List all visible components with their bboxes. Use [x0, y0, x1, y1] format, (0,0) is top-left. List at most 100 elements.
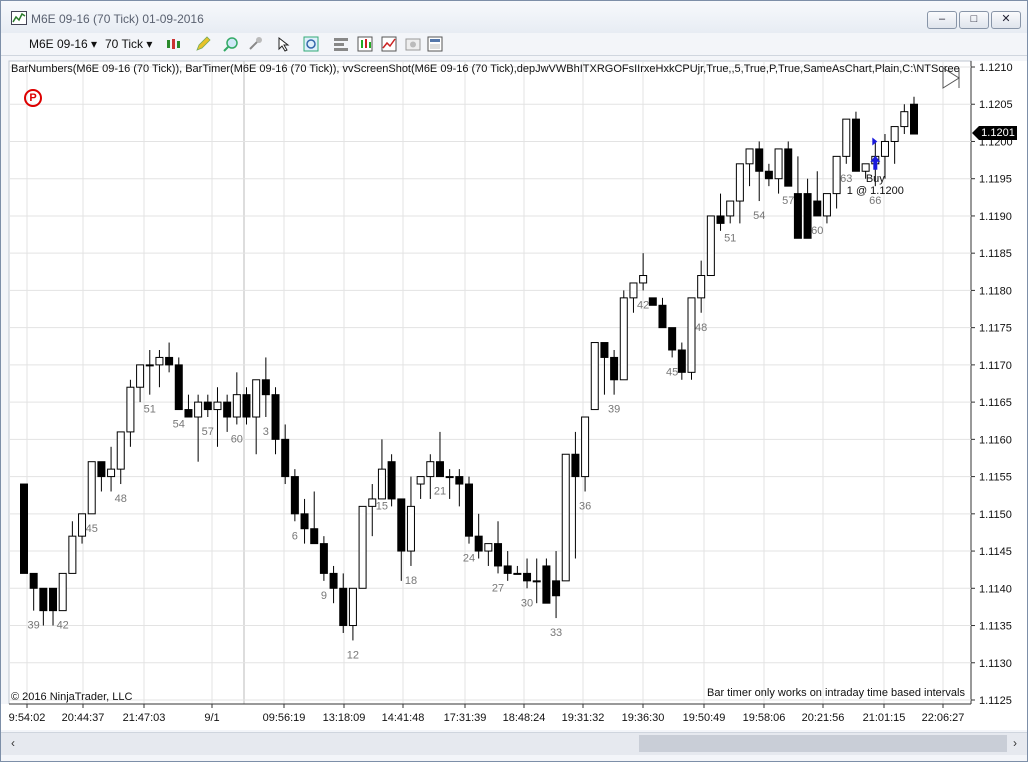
candle-down	[552, 580, 561, 597]
candle-up	[842, 118, 851, 157]
candle-up	[406, 505, 415, 552]
bar-number-label: 51	[724, 232, 736, 244]
bar-number-label: 45	[86, 523, 98, 535]
scroll-right-icon[interactable]: ›	[1013, 736, 1017, 750]
bar-number-label: 39	[608, 404, 620, 416]
close-button[interactable]: ✕	[991, 11, 1021, 29]
screenshot-badge-icon[interactable]: P	[24, 89, 42, 107]
properties-icon[interactable]	[333, 36, 349, 52]
y-tick-label: 1.1210	[979, 62, 1013, 74]
instrument-selector[interactable]: M6E 09-16 ▾	[29, 36, 97, 52]
candle-down	[20, 483, 28, 574]
x-tick-label: 21:01:15	[863, 712, 906, 724]
candle-down	[716, 215, 725, 224]
candle-up	[145, 364, 154, 367]
horizontal-scrollbar[interactable]: ‹ ›	[1, 732, 1027, 755]
candle-up	[116, 431, 125, 470]
candle-down	[600, 342, 609, 358]
candle-up	[832, 155, 841, 195]
candle-up	[155, 356, 164, 366]
candle-down	[261, 379, 270, 396]
candle-up	[590, 342, 599, 411]
bar-number-label: 3	[263, 426, 269, 438]
bar-number-label: 54	[753, 210, 765, 222]
candle-up	[416, 476, 425, 485]
candle-down	[339, 587, 348, 627]
chart-trader-icon[interactable]	[427, 36, 443, 52]
candle-down	[223, 401, 232, 418]
candle-down	[329, 572, 338, 589]
candle-down	[523, 572, 532, 582]
crosshair-icon[interactable]	[247, 36, 263, 52]
x-tick-label: 18:48:24	[503, 712, 546, 724]
candle-down	[184, 409, 193, 418]
candle-down	[435, 461, 444, 478]
chart-window: M6E 09-16 (70 Tick) 01-09-2016 – □ ✕ M6E…	[0, 0, 1028, 762]
candle-up	[484, 543, 493, 552]
candle-down	[165, 356, 174, 366]
bar-number-label: 63	[840, 173, 852, 185]
candle-down	[910, 103, 918, 135]
candle-down	[49, 587, 58, 612]
bar-number-label: 36	[579, 500, 591, 512]
candle-down	[571, 453, 580, 478]
scroll-left-icon[interactable]: ‹	[11, 736, 15, 750]
strategies-icon[interactable]	[381, 36, 397, 52]
x-tick-label: 19:31:32	[562, 712, 605, 724]
y-tick-label: 1.1140	[979, 583, 1012, 595]
candle-down	[677, 349, 686, 373]
bar-number-label: 24	[463, 553, 475, 565]
candle-up	[348, 587, 357, 627]
candle-up	[532, 580, 541, 583]
pointer-icon[interactable]	[277, 36, 293, 52]
candle-down	[387, 461, 396, 500]
window-title: M6E 09-16 (70 Tick) 01-09-2016	[31, 12, 204, 26]
candle-down	[290, 476, 299, 515]
x-tick-label: 13:18:09	[323, 712, 366, 724]
candle-down	[764, 170, 773, 180]
bar-timer-message: Bar timer only works on intraday time ba…	[707, 687, 965, 699]
price-chart[interactable]: 1.12101.12051.12001.11951.11901.11851.11…	[1, 56, 1027, 732]
minimize-button[interactable]: –	[927, 11, 957, 29]
chevron-down-icon: ▾	[91, 37, 98, 51]
candle-down	[39, 587, 48, 612]
y-tick-label: 1.1150	[979, 509, 1012, 521]
candle-down	[610, 356, 619, 381]
candle-down	[813, 200, 822, 217]
zoom-in-icon[interactable]	[223, 36, 239, 52]
plot-area	[8, 60, 972, 705]
x-tick-label: 19:58:06	[743, 712, 786, 724]
candle-up	[232, 394, 241, 418]
chart-style-icon[interactable]	[165, 36, 181, 52]
y-tick-label: 1.1195	[979, 174, 1012, 186]
candle-up	[445, 476, 454, 479]
indicators-icon[interactable]	[357, 36, 373, 52]
chart-toolbar: M6E 09-16 ▾ 70 Tick ▾	[1, 33, 1027, 56]
candle-up	[774, 148, 783, 180]
snapshot-icon[interactable]	[405, 36, 421, 52]
data-box-icon[interactable]	[303, 36, 319, 52]
bar-number-label: 6	[292, 530, 298, 542]
x-tick-label: 9:54:02	[9, 712, 46, 724]
candle-up	[194, 401, 203, 418]
bar-number-label: 48	[115, 493, 127, 505]
title-bar: M6E 09-16 (70 Tick) 01-09-2016 – □ ✕	[1, 1, 1027, 33]
scrollbar-thumb[interactable]	[639, 735, 1007, 752]
candle-down	[658, 304, 667, 329]
x-tick-label: 19:36:30	[622, 712, 665, 724]
candle-up	[513, 572, 522, 575]
candle-up	[697, 275, 706, 299]
candle-up	[136, 364, 145, 388]
maximize-button[interactable]: □	[959, 11, 989, 29]
candle-up	[107, 468, 116, 478]
candle-down	[319, 543, 328, 574]
y-tick-label: 1.1180	[979, 285, 1012, 297]
bar-number-label: 42	[637, 299, 649, 311]
bar-number-label: 60	[811, 225, 823, 237]
y-tick-label: 1.1135	[979, 621, 1012, 633]
bar-number-label: 60	[231, 433, 243, 445]
bar-number-label: 15	[376, 500, 388, 512]
drawing-tool-icon[interactable]	[195, 36, 211, 52]
candle-up	[561, 453, 570, 582]
interval-selector[interactable]: 70 Tick ▾	[105, 36, 152, 52]
